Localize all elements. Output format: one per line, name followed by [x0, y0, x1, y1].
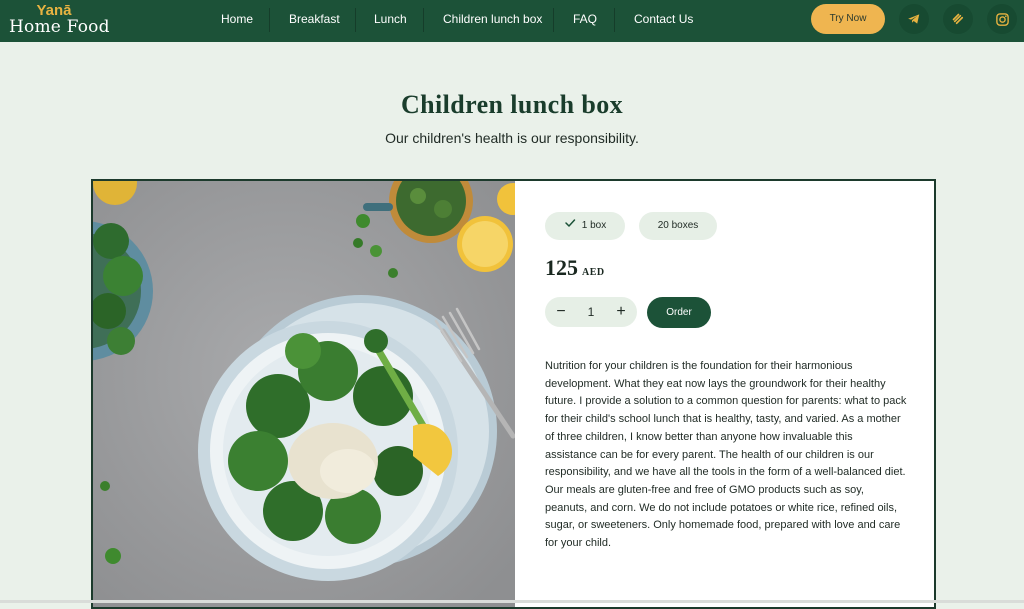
telegram-button[interactable]: [899, 4, 929, 34]
price-value: 125: [545, 255, 578, 280]
price-currency: AED: [582, 267, 605, 278]
deliveroo-icon: [952, 13, 963, 24]
product-details: 1 box 20 boxes 125 AED − 1 + Order Nutrit…: [515, 181, 934, 607]
nav-item-home[interactable]: Home: [221, 11, 253, 27]
nav-divider: [423, 8, 424, 32]
page-subtitle: Our children's health is our responsibil…: [385, 130, 639, 146]
nav-item-lunch[interactable]: Lunch: [374, 11, 407, 27]
nav-item-contact-us[interactable]: Contact Us: [634, 11, 693, 27]
try-now-button[interactable]: Try Now: [811, 4, 885, 34]
option-20-boxes[interactable]: 20 boxes: [639, 212, 717, 240]
product-photo: [93, 181, 515, 607]
nav-divider: [553, 8, 554, 32]
nav-item-faq[interactable]: FAQ: [573, 11, 597, 27]
product-price: 125 AED: [545, 255, 605, 285]
nav-item-breakfast[interactable]: Breakfast: [289, 11, 340, 27]
product-card: 1 box 20 boxes 125 AED − 1 + Order Nutrit…: [91, 179, 936, 609]
telegram-icon: [908, 14, 920, 24]
nav-divider: [614, 8, 615, 32]
salad-bowl-illustration: [93, 181, 515, 607]
quantity-stepper: − 1 +: [545, 297, 637, 327]
instagram-icon: [995, 12, 1009, 26]
quantity-value[interactable]: 1: [577, 297, 605, 327]
increment-button[interactable]: +: [607, 297, 635, 327]
decrement-button[interactable]: −: [547, 297, 575, 327]
nav-divider: [269, 8, 270, 32]
instagram-button[interactable]: [987, 4, 1017, 34]
option-label: 20 boxes: [657, 220, 699, 231]
check-icon: [565, 219, 576, 227]
option-label: 1 box: [581, 220, 607, 231]
brand-logo-name: Home Food: [9, 17, 110, 37]
nav-item-children-lunch-box[interactable]: Children lunch box: [443, 11, 542, 27]
order-button[interactable]: Order: [647, 297, 711, 328]
option-1-box[interactable]: 1 box: [545, 212, 625, 240]
top-navigation-bar: Yanā Home Food Home Breakfast Lunch Chil…: [0, 0, 1024, 42]
delivery-service-button[interactable]: [943, 4, 973, 34]
product-description: Nutrition for your children is the found…: [545, 360, 907, 550]
brand-logo[interactable]: Yanā Home Food: [9, 2, 109, 40]
page-title: Children lunch box: [400, 90, 624, 119]
nav-divider: [355, 8, 356, 32]
